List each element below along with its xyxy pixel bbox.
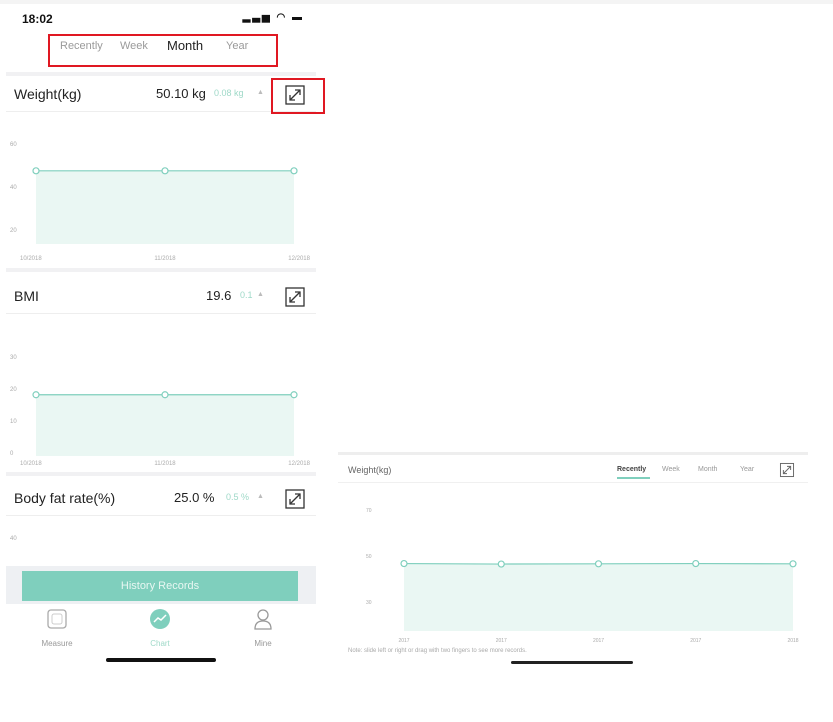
body-fat-value: 25.0 % xyxy=(174,490,215,505)
divider xyxy=(6,472,316,476)
expand-icon[interactable] xyxy=(284,488,306,510)
bmi-label: BMI xyxy=(14,288,39,304)
y-tick-label: 20 xyxy=(10,228,17,234)
x-tick-label: 2017 xyxy=(398,638,409,644)
data-point xyxy=(290,391,298,399)
bmi-chart: 30 20 10 0 10/2018 11/2018 12/2018 xyxy=(10,355,311,467)
nav-chart[interactable]: Chart xyxy=(125,608,195,648)
landscape-weight-chart: 70 50 30 2017 2017 2017 2017 2018 xyxy=(366,508,799,644)
body-fat-delta: 0.5 % xyxy=(226,492,250,502)
tab-recently[interactable]: Recently xyxy=(617,466,646,473)
status-icons: ▂▃▅ ◠ ▬ xyxy=(242,12,304,23)
area-fill xyxy=(404,563,793,631)
body-fat-chart: 40 xyxy=(10,536,17,542)
y-tick-label: 0 xyxy=(10,451,14,457)
weight-value: 50.10 kg xyxy=(156,86,206,101)
y-tick-label: 30 xyxy=(366,600,372,606)
measure-icon xyxy=(47,609,67,629)
data-point xyxy=(497,560,505,568)
tabs-highlight-box xyxy=(48,34,278,67)
data-point xyxy=(692,559,700,568)
y-tick-label: 40 xyxy=(10,536,17,542)
phone-landscape-screen: Weight(kg) Recently Week Month Year 70 50… xyxy=(338,452,808,667)
up-arrow-icon: ▲ xyxy=(257,89,264,96)
data-point xyxy=(32,391,40,399)
divider xyxy=(6,268,316,272)
y-tick-label: 20 xyxy=(10,387,17,393)
nav-mine-label: Mine xyxy=(254,639,272,648)
up-arrow-icon: ▲ xyxy=(257,493,264,500)
data-point xyxy=(32,167,40,175)
nav-chart-label: Chart xyxy=(150,639,170,648)
y-tick-label: 60 xyxy=(10,142,17,148)
bmi-delta: 0.1 xyxy=(240,290,253,300)
x-tick-label: 2018 xyxy=(787,638,798,644)
bmi-value: 19.6 xyxy=(206,288,232,303)
x-tick-label: 10/2018 xyxy=(20,461,42,467)
nav-measure-label: Measure xyxy=(41,639,73,648)
tab-year[interactable]: Year xyxy=(740,466,754,473)
x-tick-label: 11/2018 xyxy=(154,256,176,262)
weight-chart: 60 40 20 10/2018 11/2018 12/2018 xyxy=(10,142,311,262)
landscape-header: Weight(kg) Recently Week Month Year xyxy=(338,455,808,483)
nav-measure[interactable]: Measure xyxy=(22,608,92,648)
x-tick-label: 2017 xyxy=(496,638,507,644)
y-tick-label: 50 xyxy=(366,554,372,560)
data-point xyxy=(400,559,408,568)
expand-highlight-box xyxy=(271,78,325,114)
body-fat-row[interactable]: Body fat rate(%) 25.0 % 0.5 % ▲ xyxy=(6,480,316,516)
x-tick-label: 10/2018 xyxy=(20,256,42,262)
bmi-row[interactable]: BMI 19.6 0.1 ▲ xyxy=(6,278,316,314)
y-tick-label: 10 xyxy=(10,419,17,425)
data-point xyxy=(161,167,169,175)
data-point xyxy=(594,560,603,568)
area-fill xyxy=(36,170,294,244)
y-tick-label: 70 xyxy=(366,508,372,514)
data-point xyxy=(161,391,169,399)
history-records-button[interactable]: History Records xyxy=(22,571,298,601)
data-point xyxy=(290,167,298,175)
x-tick-label: 12/2018 xyxy=(288,461,310,467)
active-tab-underline xyxy=(617,477,650,479)
body-fat-label: Body fat rate(%) xyxy=(14,490,116,506)
status-time: 18:02 xyxy=(22,12,53,26)
x-tick-label: 11/2018 xyxy=(154,461,176,467)
bottom-nav: Measure Chart Mine xyxy=(6,604,316,656)
expand-icon[interactable] xyxy=(284,286,306,308)
weight-delta: 0.08 kg xyxy=(214,88,244,98)
x-tick-label: 12/2018 xyxy=(288,256,310,262)
top-separator xyxy=(0,0,833,4)
status-bar: 18:02 ▂▃▅ ◠ ▬ xyxy=(22,12,312,28)
y-tick-label: 40 xyxy=(10,185,17,191)
tab-month[interactable]: Month xyxy=(698,466,717,473)
phone-portrait-screen: 18:02 ▂▃▅ ◠ ▬ Recently Week Month Year W… xyxy=(6,6,325,666)
up-arrow-icon: ▲ xyxy=(257,291,264,298)
data-point xyxy=(789,560,797,568)
tab-week[interactable]: Week xyxy=(662,466,680,473)
landscape-title: Weight(kg) xyxy=(348,465,392,475)
weight-row[interactable]: Weight(kg) 50.10 kg 0.08 kg ▲ xyxy=(6,76,316,112)
weight-label: Weight(kg) xyxy=(14,86,82,102)
chart-icon xyxy=(150,609,170,629)
y-tick-label: 30 xyxy=(10,355,17,361)
nav-mine[interactable]: Mine xyxy=(228,608,298,648)
home-indicator xyxy=(511,661,633,664)
area-fill xyxy=(36,394,294,456)
x-tick-label: 2017 xyxy=(690,638,701,644)
x-tick-label: 2017 xyxy=(593,638,604,644)
person-icon xyxy=(254,609,272,630)
collapse-icon[interactable] xyxy=(779,462,795,478)
landscape-note: Note: slide left or right or drag with t… xyxy=(348,648,527,654)
home-indicator xyxy=(106,658,216,662)
